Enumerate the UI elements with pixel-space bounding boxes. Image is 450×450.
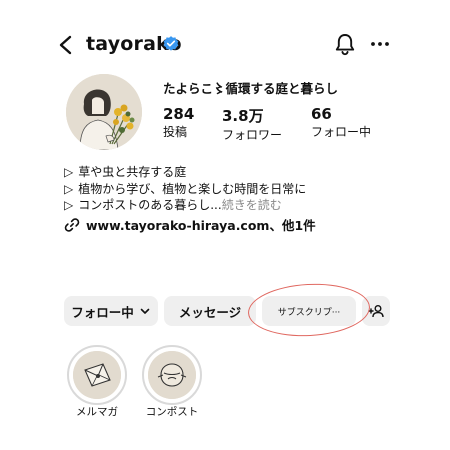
- bio-text-1: 草や虫と共存する庭: [78, 165, 187, 179]
- highlight-cover: [73, 351, 121, 399]
- display-name: たよらこ〻循環する庭と暮らし: [163, 81, 339, 96]
- verified-badge-icon: [163, 36, 179, 51]
- avatar-illustration: [66, 74, 142, 150]
- stat-following-value: 66: [311, 105, 332, 123]
- add-person-icon: [368, 305, 384, 318]
- profile-link-text: www.tayorako-hiraya.com、他1件: [86, 218, 316, 233]
- highlight-compost[interactable]: [142, 345, 202, 405]
- bio-bullet: ▷: [64, 182, 74, 196]
- highlight-label: メルマガ: [76, 406, 118, 418]
- following-button-label: フォロー中: [71, 304, 134, 320]
- stat-following-label: フォロー中: [311, 125, 372, 139]
- compost-illustration-icon: [148, 351, 196, 399]
- bio-text-2: 植物から学び、植物と楽しむ時間を日常に: [78, 182, 307, 196]
- bio-bullet: ▷: [64, 198, 74, 212]
- highlight-ring: [67, 345, 127, 405]
- bio-text-3: コンポストのある暮らし...: [78, 198, 222, 212]
- bio-bullet: ▷: [64, 165, 74, 179]
- back-icon[interactable]: [56, 34, 76, 56]
- stat-posts-label: 投稿: [163, 125, 188, 139]
- stat-followers[interactable]: 3.8万 フォロワー: [222, 105, 282, 143]
- message-button[interactable]: メッセージ: [164, 296, 256, 326]
- following-button[interactable]: フォロー中: [64, 296, 158, 326]
- highlight-mailmag[interactable]: [67, 345, 127, 405]
- profile-link[interactable]: www.tayorako-hiraya.com、他1件: [64, 215, 316, 234]
- envelope-illustration-icon: [73, 351, 121, 399]
- stat-following[interactable]: 66 フォロー中: [311, 105, 371, 140]
- stat-followers-value: 3.8万: [222, 107, 264, 125]
- bio-line-1: ▷ 草や虫と共存する庭: [64, 163, 186, 180]
- stat-posts[interactable]: 284 投稿: [163, 105, 194, 140]
- message-button-label: メッセージ: [178, 304, 242, 320]
- bell-icon[interactable]: [334, 32, 356, 56]
- highlight-label: コンポスト: [145, 406, 199, 418]
- annotation-circle: [246, 280, 372, 340]
- highlight-ring: [142, 345, 202, 405]
- highlight-cover: [148, 351, 196, 399]
- stat-posts-value: 284: [163, 105, 195, 123]
- chevron-down-icon: [140, 308, 150, 314]
- stat-followers-label: フォロワー: [222, 128, 283, 142]
- bio-line-2: ▷ 植物から学び、植物と楽しむ時間を日常に: [64, 180, 306, 197]
- more-icon[interactable]: [370, 34, 390, 54]
- read-more-link[interactable]: 続きを読む: [222, 198, 282, 212]
- link-icon: [64, 218, 80, 232]
- bio-line-3: ▷ コンポストのある暮らし...続きを読む: [64, 196, 282, 213]
- avatar[interactable]: [66, 74, 142, 150]
